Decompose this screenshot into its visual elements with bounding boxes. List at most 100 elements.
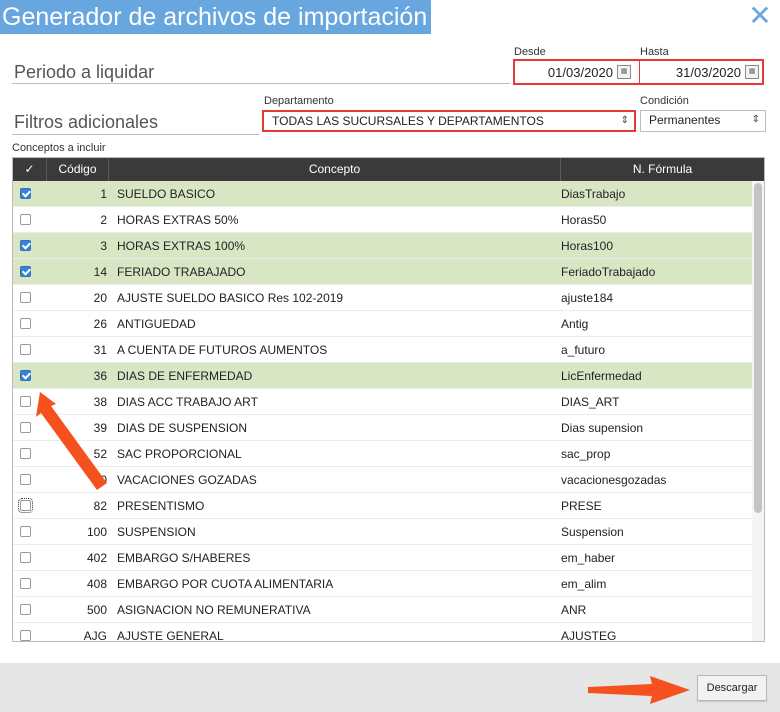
row-codigo: 26 [93, 317, 107, 331]
row-checkbox[interactable] [20, 526, 31, 537]
table-row[interactable]: 38 DIAS ACC TRABAJO ART DIAS_ART [13, 389, 752, 415]
row-checkbox[interactable] [20, 552, 31, 563]
row-checkbox[interactable] [20, 318, 31, 329]
row-checkbox-cell [13, 597, 47, 623]
header-concepto[interactable]: Concepto [109, 158, 561, 181]
row-checkbox[interactable] [20, 214, 31, 225]
row-checkbox[interactable] [20, 396, 31, 407]
row-formula: LicEnfermedad [561, 369, 642, 383]
hasta-date-input[interactable]: 31/03/2020 [643, 64, 741, 82]
header-codigo[interactable]: Código [47, 158, 109, 181]
table-row[interactable]: AJG AJUSTE GENERAL AJUSTEG [13, 623, 752, 642]
row-codigo: 80 [93, 473, 107, 487]
select-arrows-icon: ⇕ [751, 114, 760, 125]
row-checkbox[interactable] [20, 266, 31, 277]
row-concepto: HORAS EXTRAS 100% [117, 239, 246, 253]
vertical-scrollbar[interactable] [752, 181, 764, 641]
row-checkbox[interactable] [20, 370, 31, 381]
desde-date-input[interactable]: 01/03/2020 [519, 64, 613, 82]
table-row[interactable]: 31 A CUENTA DE FUTUROS AUMENTOS a_futuro [13, 337, 752, 363]
row-formula: ajuste184 [561, 291, 614, 305]
row-formula: DIAS_ART [561, 395, 620, 409]
table-row[interactable]: 52 SAC PROPORCIONAL sac_prop [13, 441, 752, 467]
row-checkbox-cell [13, 467, 47, 493]
row-checkbox[interactable] [20, 448, 31, 459]
table-row[interactable]: 2 HORAS EXTRAS 50% Horas50 [13, 207, 752, 233]
table-row[interactable]: 14 FERIADO TRABAJADO FeriadoTrabajado [13, 259, 752, 285]
row-formula: DiasTrabajo [561, 187, 626, 201]
header-formula[interactable]: N. Fórmula [561, 158, 764, 181]
row-formula: AJUSTEG [561, 629, 617, 642]
row-codigo: 39 [93, 421, 107, 435]
departamento-select[interactable]: TODAS LAS SUCURSALES Y DEPARTAMENTOS ⇕ [262, 110, 636, 132]
row-codigo: 408 [86, 577, 107, 591]
table-row[interactable]: 39 DIAS DE SUSPENSION Dias supension [13, 415, 752, 441]
table-row[interactable]: 100 SUSPENSION Suspension [13, 519, 752, 545]
table-row[interactable]: 408 EMBARGO POR CUOTA ALIMENTARIA em_alim [13, 571, 752, 597]
row-concepto: EMBARGO S/HABERES [117, 551, 251, 565]
condicion-select[interactable]: Permanentes ⇕ [640, 110, 766, 132]
table-row[interactable]: 3 HORAS EXTRAS 100% Horas100 [13, 233, 752, 259]
row-checkbox[interactable] [18, 498, 33, 513]
table-row[interactable]: 26 ANTIGUEDAD Antig [13, 311, 752, 337]
table-row[interactable]: 500 ASIGNACION NO REMUNERATIVA ANR [13, 597, 752, 623]
date-divider [639, 61, 640, 83]
row-checkbox[interactable] [20, 604, 31, 615]
table-row[interactable]: 20 AJUSTE SUELDO BASICO Res 102-2019 ajust… [13, 285, 752, 311]
row-concepto: SUELDO BASICO [117, 187, 216, 201]
window-titlebar: Generador de archivos de importación ✕ [0, 0, 780, 36]
row-formula: sac_prop [561, 447, 611, 461]
table-row[interactable]: 80 VACACIONES GOZADAS vacacionesgozadas [13, 467, 752, 493]
row-checkbox[interactable] [20, 474, 31, 485]
row-codigo: 52 [93, 447, 107, 461]
row-checkbox[interactable] [20, 292, 31, 303]
row-codigo: 31 [93, 343, 107, 357]
row-checkbox[interactable] [20, 422, 31, 433]
row-checkbox-cell [13, 389, 47, 415]
table-row[interactable]: 82 PRESENTISMO PRESE [13, 493, 752, 519]
row-checkbox[interactable] [20, 344, 31, 355]
row-concepto: VACACIONES GOZADAS [117, 473, 257, 487]
table-row[interactable]: 402 EMBARGO S/HABERES em_haber [13, 545, 752, 571]
row-checkbox-cell [13, 571, 47, 597]
row-checkbox-cell [13, 363, 47, 389]
row-formula: Suspension [561, 525, 624, 539]
row-codigo: 3 [100, 239, 107, 253]
row-checkbox-cell [13, 337, 47, 363]
row-formula: Antig [561, 317, 589, 331]
row-checkbox[interactable] [20, 630, 31, 641]
row-checkbox[interactable] [20, 188, 31, 199]
scrollbar-thumb[interactable] [754, 183, 762, 513]
table-row[interactable]: 1 SUELDO BASICO DiasTrabajo [13, 181, 752, 207]
row-formula: PRESE [561, 499, 602, 513]
row-concepto: PRESENTISMO [117, 499, 205, 513]
conceptos-label: Conceptos a incluir [12, 142, 106, 154]
calendar-icon[interactable]: ▦ [745, 65, 759, 79]
row-concepto: FERIADO TRABAJADO [117, 265, 246, 279]
row-codigo: 20 [93, 291, 107, 305]
row-checkbox-cell [13, 233, 47, 259]
row-concepto: DIAS ACC TRABAJO ART [117, 395, 258, 409]
close-icon[interactable]: ✕ [746, 2, 774, 30]
row-formula: Horas100 [561, 239, 614, 253]
row-codigo: 500 [86, 603, 107, 617]
row-checkbox[interactable] [20, 578, 31, 589]
departamento-label: Departamento [264, 95, 334, 107]
window-title: Generador de archivos de importación [0, 0, 432, 34]
row-formula: FeriadoTrabajado [561, 265, 656, 279]
row-checkbox-cell [13, 545, 47, 571]
condicion-value: Permanentes [649, 113, 721, 127]
select-arrows-icon: ⇕ [620, 115, 629, 126]
row-checkbox[interactable] [20, 240, 31, 251]
row-checkbox-cell [13, 181, 47, 207]
row-concepto: HORAS EXTRAS 50% [117, 213, 239, 227]
calendar-icon[interactable]: ▦ [617, 65, 631, 79]
row-checkbox-cell [13, 441, 47, 467]
row-checkbox-cell [13, 311, 47, 337]
row-codigo: 1 [100, 187, 107, 201]
row-checkbox-cell [13, 493, 47, 519]
descargar-button[interactable]: Descargar [697, 675, 767, 701]
header-check[interactable]: ✓ [13, 158, 47, 181]
table-row[interactable]: 36 DIAS DE ENFERMEDAD LicEnfermedad [13, 363, 752, 389]
row-concepto: AJUSTE GENERAL [117, 629, 224, 642]
